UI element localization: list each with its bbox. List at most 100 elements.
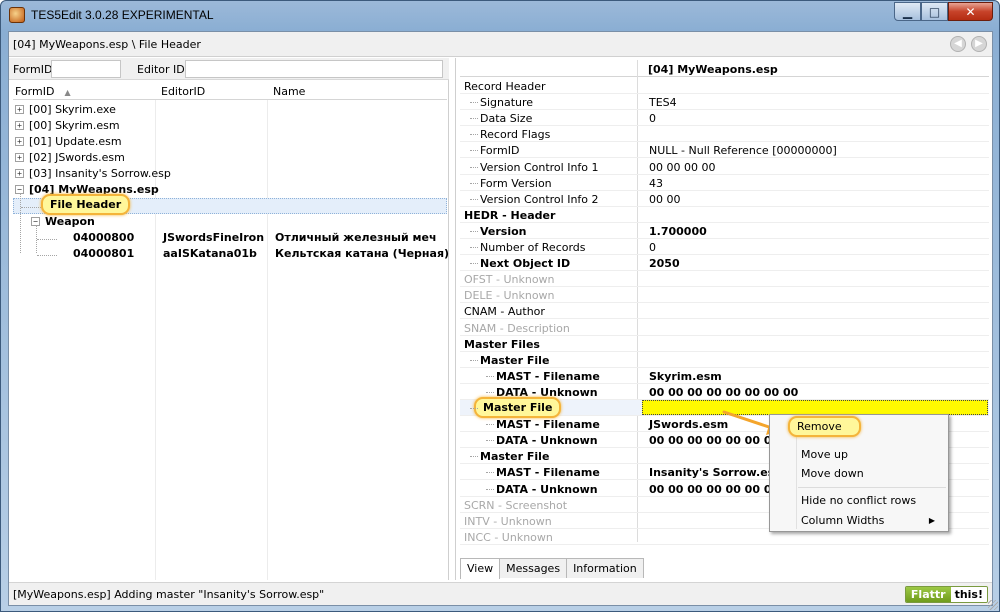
menu-item-move-down[interactable]: Move down — [801, 467, 864, 480]
tree-line — [470, 166, 478, 168]
flattr-button[interactable]: Flattr this! — [904, 586, 988, 603]
view-row-value: 1.700000 — [649, 224, 707, 238]
filter-row: FormID Editor ID — [9, 58, 449, 80]
view-row-key: DATA - Unknown — [496, 434, 598, 448]
menu-item-remove[interactable]: Remove — [788, 416, 861, 437]
tree-node-record[interactable]: 04000801 aaISKatana01b Кельтская катана … — [13, 246, 449, 262]
expand-icon[interactable]: + — [15, 105, 24, 114]
menu-item-label: Column Widths — [801, 514, 885, 527]
tree-line — [470, 198, 478, 200]
tree-node-plugin[interactable]: + [03] Insanity's Sorrow.esp — [13, 166, 447, 182]
expand-icon[interactable]: + — [15, 153, 24, 162]
view-row[interactable]: MAST - Filename Skyrim.esm — [460, 368, 989, 384]
tree-node-plugin[interactable]: + [00] Skyrim.esm — [13, 118, 447, 134]
view-row[interactable]: Number of Records 0 — [460, 239, 989, 255]
back-icon[interactable]: ◀ — [950, 36, 966, 52]
column-name[interactable]: Name — [273, 85, 305, 98]
view-row-value: JSwords.esm — [649, 418, 729, 432]
path-bar: [04] MyWeapons.esp \ File Header ◀ ▶ — [9, 32, 992, 57]
record-name: Отличный железный меч — [275, 231, 437, 244]
expand-icon[interactable]: + — [15, 137, 24, 146]
maximize-button[interactable]: □ — [921, 2, 948, 21]
record-formid: 04000800 — [73, 231, 135, 244]
view-row-key: SCRN - Screenshot — [464, 498, 568, 512]
tree-line — [470, 134, 478, 136]
view-row-key: OFST - Unknown — [464, 273, 555, 287]
menu-separator — [798, 487, 946, 488]
view-row-key: FormID — [480, 144, 520, 158]
view-row-value: NULL - Null Reference [00000000] — [649, 144, 837, 158]
view-row[interactable]: Version 1.700000 — [460, 223, 989, 239]
view-row[interactable]: Record Flags — [460, 126, 989, 143]
formid-filter-input[interactable] — [51, 60, 121, 78]
view-row-key: Version Control Info 1 — [480, 160, 599, 174]
flattr-label: Flattr — [905, 587, 951, 602]
column-formid[interactable]: FormID ▲ — [15, 85, 71, 98]
view-row-value: 0 — [649, 112, 656, 126]
plugin-label: [00] Skyrim.exe — [29, 103, 116, 116]
menu-item-column-widths[interactable]: Column Widths ▶ — [801, 514, 943, 527]
tree-line — [470, 182, 478, 184]
view-row-key: HEDR - Header — [464, 208, 556, 222]
expand-icon[interactable]: + — [15, 121, 24, 130]
view-row[interactable]: HEDR - Header — [460, 207, 989, 223]
tree-header: FormID ▲ EditorID Name — [13, 82, 447, 100]
view-row[interactable]: Data Size 0 — [460, 110, 989, 127]
view-row[interactable]: FormID NULL - Null Reference [00000000] — [460, 142, 989, 159]
tab-messages[interactable]: Messages — [499, 558, 568, 578]
close-button[interactable]: ✕ — [948, 2, 993, 21]
view-row[interactable]: Master File — [460, 352, 989, 368]
tree-line — [470, 456, 478, 458]
view-row-key: INTV - Unknown — [464, 514, 552, 528]
view-row[interactable]: Signature TES4 — [460, 94, 989, 111]
tree-node-group[interactable]: − Weapon — [13, 214, 447, 230]
view-row[interactable]: CNAM - Author — [460, 303, 989, 320]
tree-node-plugin[interactable]: + [00] Skyrim.exe — [13, 102, 447, 118]
tree-line — [470, 118, 478, 120]
tree-node-plugin[interactable]: + [02] JSwords.esm — [13, 150, 447, 166]
current-path: [04] MyWeapons.esp \ File Header — [13, 38, 201, 51]
view-row-value: 00 00 00 00 — [649, 160, 716, 174]
tree-line — [470, 263, 478, 265]
forward-icon[interactable]: ▶ — [971, 36, 987, 52]
tab-view[interactable]: View — [460, 558, 501, 579]
view-row[interactable]: SNAM - Description — [460, 320, 989, 336]
view-row-key: MAST - Filename — [496, 466, 600, 480]
title-bar[interactable]: TES5Edit 3.0.28 EXPERIMENTAL ▁ □ ✕ — [1, 1, 999, 29]
view-row-key: Version Control Info 2 — [480, 192, 599, 206]
master-file-highlight[interactable]: Master File — [474, 397, 562, 418]
file-header-highlight[interactable]: File Header — [41, 194, 131, 215]
view-row[interactable]: Version Control Info 1 00 00 00 00 — [460, 159, 989, 175]
view-row[interactable]: Form Version 43 — [460, 175, 989, 191]
menu-item-hide-no-conflict-rows[interactable]: Hide no conflict rows — [801, 494, 916, 507]
view-row[interactable]: DELE - Unknown — [460, 287, 989, 304]
tree-line — [486, 472, 494, 474]
view-row[interactable]: Version Control Info 2 00 00 — [460, 191, 989, 207]
view-row-key: DELE - Unknown — [464, 289, 555, 303]
tree-node-plugin[interactable]: + [01] Update.esm — [13, 134, 447, 150]
editorid-filter-label: Editor ID — [137, 63, 185, 76]
resize-grip[interactable] — [988, 600, 998, 610]
view-row[interactable]: Record Header — [460, 78, 989, 94]
view-row[interactable]: Next Object ID 2050 — [460, 255, 989, 272]
view-row-key: SNAM - Description — [464, 321, 570, 335]
editorid-filter-input[interactable] — [185, 60, 443, 78]
plugin-label: [01] Update.esm — [29, 135, 122, 148]
view-row[interactable]: Master Files — [460, 336, 989, 352]
column-editorid[interactable]: EditorID — [161, 85, 205, 98]
submenu-arrow-icon: ▶ — [928, 516, 935, 525]
view-row-value: 00 00 00 00 00 00 00 00 — [649, 385, 799, 399]
menu-item-move-up[interactable]: Move up — [801, 448, 848, 461]
view-row[interactable]: OFST - Unknown — [460, 271, 989, 288]
tab-information[interactable]: Information — [566, 558, 644, 578]
minimize-button[interactable]: ▁ — [894, 2, 921, 21]
tree-node-record[interactable]: 04000800 JSwordsFineIron Отличный железн… — [13, 230, 447, 246]
view-row-value: TES4 — [649, 96, 677, 110]
expand-icon[interactable]: + — [15, 169, 24, 178]
client-area: [04] MyWeapons.esp \ File Header ◀ ▶ For… — [8, 31, 993, 606]
tree-line — [21, 207, 41, 208]
tree-line — [470, 408, 478, 409]
selected-value-cell[interactable] — [642, 400, 988, 415]
view-row-key: Master Files — [464, 337, 540, 351]
tree-line — [470, 102, 478, 104]
